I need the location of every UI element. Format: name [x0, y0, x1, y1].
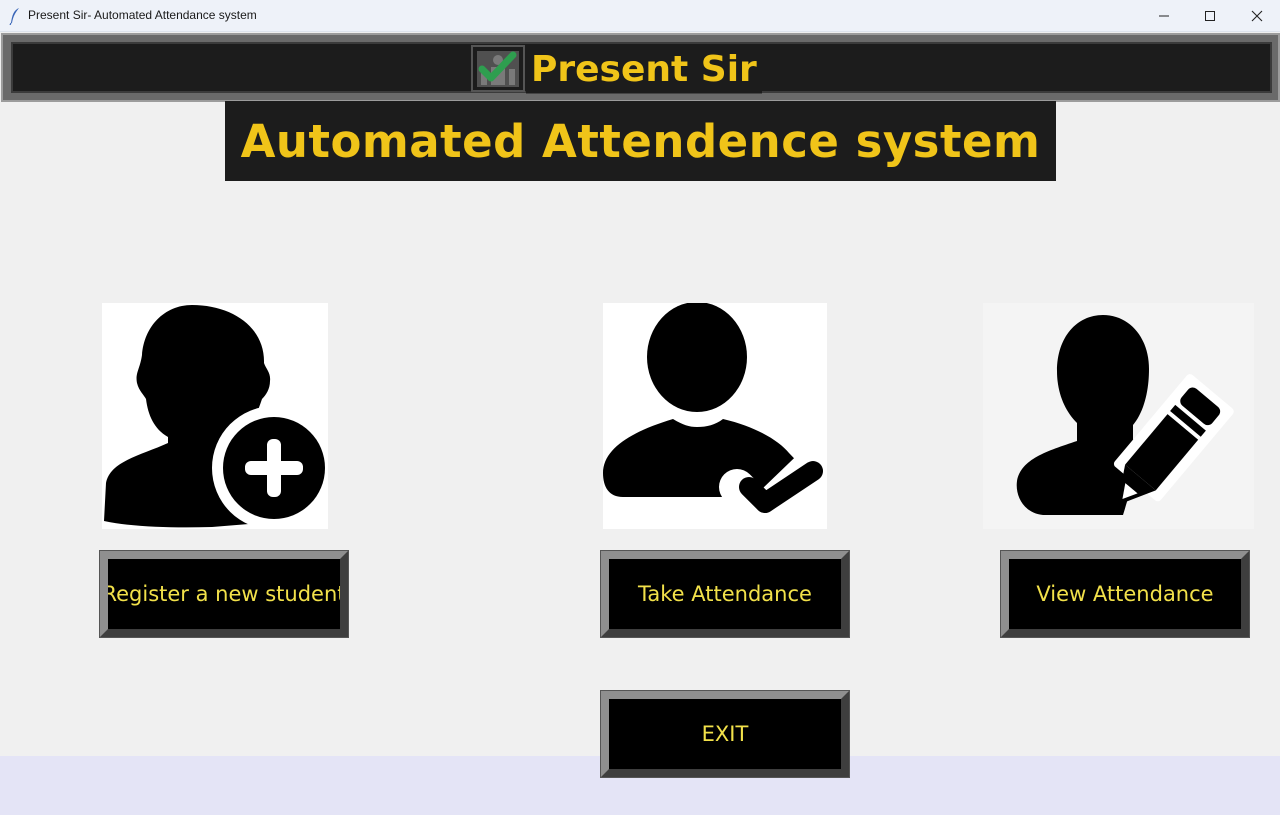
register-student-label: Register a new student: [102, 582, 346, 606]
close-button[interactable]: [1234, 0, 1280, 32]
exit-label: EXIT: [701, 722, 749, 746]
minimize-icon: [1159, 15, 1169, 17]
view-attendance-image: [983, 303, 1254, 529]
maximize-button[interactable]: [1187, 0, 1233, 32]
user-edit-icon: [1016, 315, 1234, 515]
view-attendance-label: View Attendance: [1036, 582, 1214, 606]
minimize-button[interactable]: [1141, 0, 1187, 32]
view-attendance-button[interactable]: View Attendance: [1000, 550, 1250, 638]
window-title: Present Sir- Automated Attendance system: [28, 8, 257, 22]
register-student-image: [102, 303, 328, 529]
window-titlebar: Present Sir- Automated Attendance system: [0, 0, 1280, 32]
take-attendance-label: Take Attendance: [638, 582, 812, 606]
take-attendance-button[interactable]: Take Attendance: [600, 550, 850, 638]
exit-button[interactable]: EXIT: [600, 690, 850, 778]
take-attendance-image: [603, 303, 827, 529]
maximize-icon: [1205, 11, 1215, 21]
user-check-icon: [603, 303, 827, 529]
register-student-button[interactable]: Register a new student: [99, 550, 349, 638]
close-icon: [1251, 10, 1263, 22]
attendance-check-logo-icon: [471, 45, 525, 92]
subtitle-heading: Automated Attendence system: [240, 114, 1041, 168]
user-add-icon: [104, 305, 328, 529]
app-name-heading: Present Sir: [526, 45, 762, 94]
subtitle-banner: Automated Attendence system: [225, 101, 1056, 181]
feather-icon: [9, 8, 19, 25]
